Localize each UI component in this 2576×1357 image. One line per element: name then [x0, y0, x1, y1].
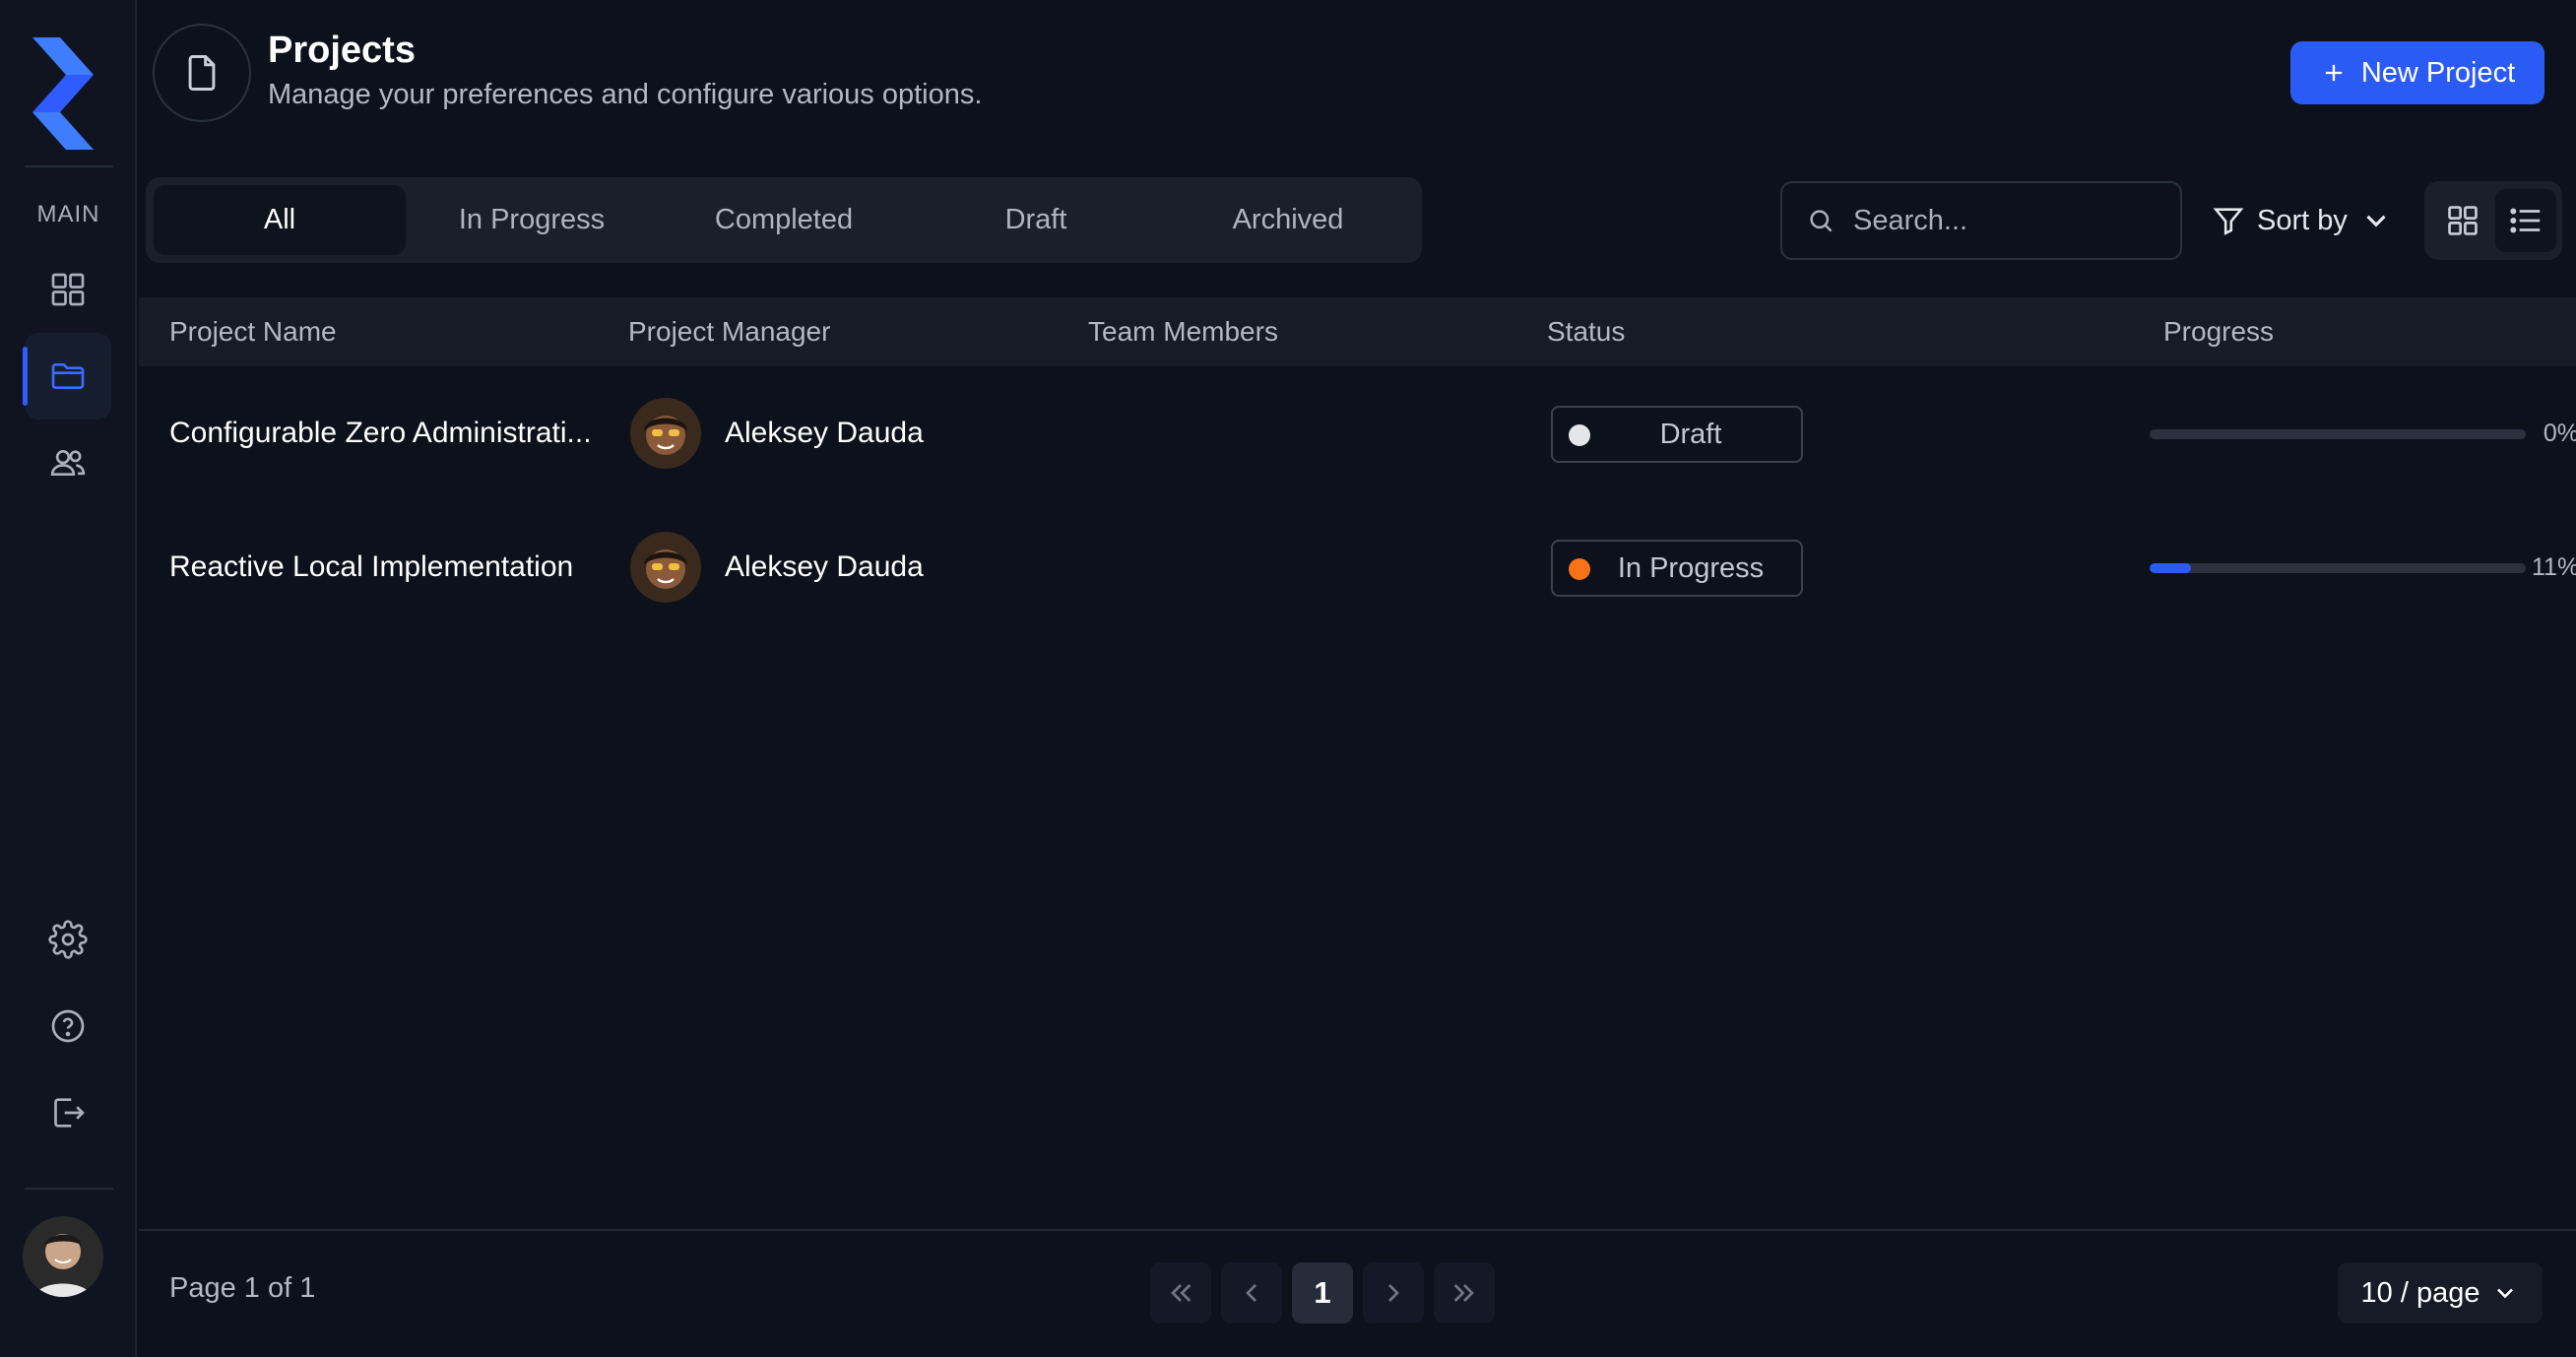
users-icon: [50, 450, 86, 476]
logout-icon: [54, 1098, 85, 1128]
user-avatar[interactable]: [23, 1216, 103, 1297]
chevrons-left-icon: [1171, 1284, 1191, 1302]
status-tabs: All In Progress Completed Draft Archived: [146, 177, 1422, 263]
page-icon: [153, 24, 251, 122]
gear-icon: [48, 920, 88, 959]
app-logo[interactable]: [32, 37, 103, 150]
progress-fill: [2150, 563, 2192, 573]
folder-icon: [51, 363, 85, 389]
sidebar-item-help[interactable]: [25, 983, 111, 1069]
sidebar-item-projects[interactable]: [23, 333, 111, 420]
filter-icon: [2213, 208, 2244, 235]
chevron-down-icon: [2497, 1288, 2514, 1299]
list-view-button[interactable]: [2495, 189, 2556, 252]
grid-view-button[interactable]: [2432, 189, 2493, 252]
column-header[interactable]: Project Manager: [628, 297, 830, 366]
chevron-down-icon: [2366, 215, 2386, 227]
chevron-right-icon: [1388, 1284, 1399, 1302]
status-badge: Draft: [1551, 406, 1803, 463]
project-name[interactable]: Reactive Local Implementation: [169, 500, 573, 634]
project-name[interactable]: Configurable Zero Administrati...: [169, 366, 592, 500]
tab-all[interactable]: All: [154, 185, 406, 255]
sidebar-section-label: MAIN: [36, 201, 100, 227]
plus-icon: [2325, 64, 2342, 82]
sidebar-divider: [25, 1188, 113, 1190]
column-header[interactable]: Progress: [2163, 297, 2274, 366]
table-header: Project Name Project Manager Team Member…: [139, 297, 2576, 366]
sidebar: MAIN: [0, 0, 137, 1357]
sidebar-item-dashboard[interactable]: [25, 246, 111, 333]
list-icon: [2510, 208, 2541, 233]
tab-draft[interactable]: Draft: [910, 185, 1162, 255]
table-row[interactable]: Configurable Zero Administrati... Alekse…: [139, 366, 2576, 500]
file-icon: [188, 55, 216, 91]
new-project-button[interactable]: New Project: [2290, 41, 2544, 104]
grid-icon: [51, 273, 85, 306]
search-input[interactable]: [1853, 204, 2168, 237]
page-subtitle: Manage your preferences and configure va…: [268, 79, 983, 110]
sidebar-item-settings[interactable]: [25, 896, 111, 983]
sidebar-item-team[interactable]: [25, 420, 111, 506]
avatar: [630, 398, 701, 469]
sort-label: Sort by: [2257, 204, 2348, 236]
grid-icon: [2448, 206, 2478, 235]
avatar: [630, 532, 701, 603]
footer-divider: [139, 1229, 2576, 1231]
search-icon: [1810, 210, 1833, 232]
manager-name: Aleksey Dauda: [725, 417, 924, 449]
column-header[interactable]: Project Name: [169, 297, 337, 366]
column-header[interactable]: Status: [1547, 297, 1625, 366]
chevron-left-icon: [1246, 1284, 1256, 1302]
sidebar-item-logout[interactable]: [25, 1069, 111, 1156]
help-circle-icon: [51, 1009, 85, 1043]
progress-label: 0%: [2543, 420, 2576, 447]
per-page-label: 10 / page: [2360, 1276, 2480, 1309]
per-page-select[interactable]: 10 / page: [2338, 1262, 2543, 1324]
first-page-button[interactable]: [1150, 1262, 1211, 1324]
sidebar-divider: [25, 165, 113, 167]
tab-completed[interactable]: Completed: [658, 185, 910, 255]
progress-bar: [2150, 429, 2526, 439]
chevrons-right-icon: [1453, 1284, 1474, 1302]
page-info: Page 1 of 1: [169, 1272, 316, 1304]
status-label: In Progress: [1617, 551, 1765, 584]
last-page-button[interactable]: [1434, 1262, 1495, 1324]
page-button[interactable]: 1: [1292, 1262, 1353, 1324]
table-row[interactable]: Reactive Local Implementation Aleksey Da…: [139, 500, 2576, 634]
progress-label: 11%: [2532, 553, 2576, 581]
new-project-label: New Project: [2360, 56, 2516, 89]
prev-page-button[interactable]: [1221, 1262, 1282, 1324]
status-badge: In Progress: [1551, 540, 1803, 597]
column-header[interactable]: Team Members: [1088, 297, 1278, 366]
manager-name: Aleksey Dauda: [725, 550, 924, 583]
view-toggle: [2424, 181, 2562, 260]
next-page-button[interactable]: [1363, 1262, 1424, 1324]
progress-bar: [2150, 563, 2526, 573]
status-label: Draft: [1659, 418, 1722, 450]
sort-button[interactable]: Sort by: [2212, 193, 2393, 248]
page-title: Projects: [268, 30, 416, 71]
tab-archived[interactable]: Archived: [1162, 185, 1414, 255]
tab-in-progress[interactable]: In Progress: [406, 185, 658, 255]
status-dot: [1569, 558, 1590, 580]
status-dot: [1569, 424, 1590, 446]
search-box: [1780, 181, 2182, 260]
